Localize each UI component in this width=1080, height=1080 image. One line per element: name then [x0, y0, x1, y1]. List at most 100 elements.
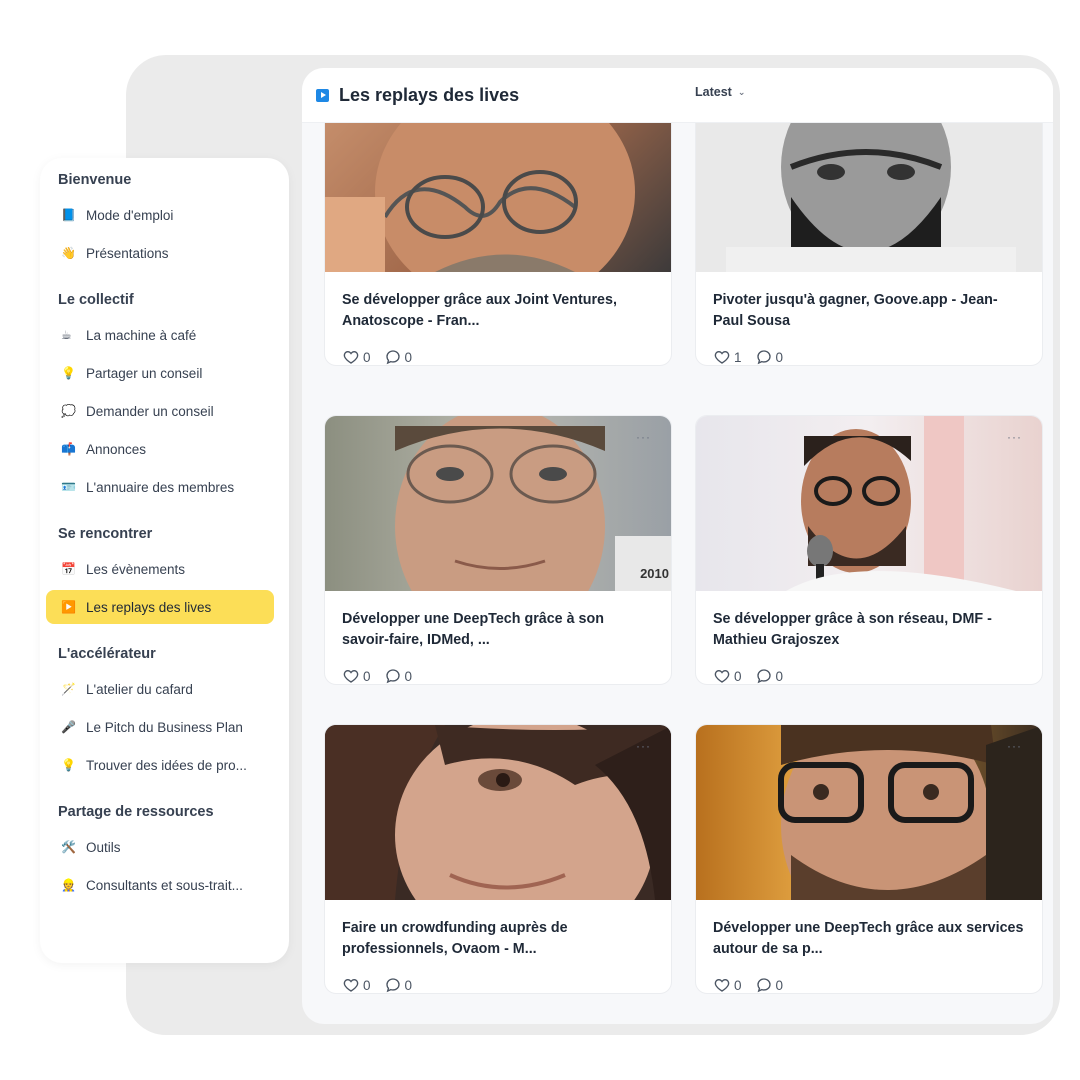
sidebar-item-label: Trouver des idées de pro...: [86, 757, 247, 773]
sidebar-item-label: Présentations: [86, 245, 169, 261]
sidebar-item-label: Demander un conseil: [86, 403, 214, 419]
sidebar-item-evenements[interactable]: 📅 Les évènements: [58, 552, 274, 586]
sidebar-item-label: Les évènements: [86, 561, 186, 577]
comment-count: 0: [404, 977, 413, 993]
post-thumbnail[interactable]: ···: [696, 416, 1042, 591]
portrait-image: [726, 97, 1016, 272]
tools-icon: 🛠️: [61, 840, 76, 854]
nav-heading: Se rencontrer: [58, 526, 153, 542]
heart-icon: [714, 350, 730, 364]
more-options-icon[interactable]: ···: [1007, 739, 1022, 753]
comment-button[interactable]: 0: [756, 668, 783, 684]
microphone-icon: 🎤: [61, 720, 76, 734]
sidebar-item-label: La machine à café: [86, 327, 197, 343]
lightbulb-icon: 💡: [61, 366, 76, 380]
comment-count: 0: [775, 977, 784, 993]
nav-heading: Bienvenue: [58, 172, 132, 188]
sidebar-item-label: L'atelier du cafard: [86, 681, 193, 697]
like-button[interactable]: 0: [343, 977, 371, 993]
portrait-image: [325, 725, 671, 900]
heart-icon: [343, 669, 359, 683]
like-count: 0: [363, 668, 371, 684]
portrait-image: [395, 416, 671, 591]
sidebar-item-demander-conseil[interactable]: 💭 Demander un conseil: [58, 394, 274, 428]
sidebar-item-label: Outils: [86, 839, 121, 855]
nav-section-accelerateur: L'accélérateur 🪄 L'atelier du cafard 🎤 Le …: [58, 644, 274, 782]
like-button[interactable]: 0: [343, 668, 371, 684]
like-button[interactable]: 0: [714, 977, 742, 993]
portrait-image: [786, 416, 1016, 591]
post-card[interactable]: 2010 ··· Développer une DeepTech grâce à…: [324, 415, 672, 685]
nav-section-rencontrer: Se rencontrer 📅 Les évènements ▶️ Les repl…: [46, 524, 274, 624]
heart-icon: [714, 669, 730, 683]
comment-button[interactable]: 0: [756, 349, 783, 365]
post-thumbnail[interactable]: 2010 ···: [325, 416, 671, 591]
post-title[interactable]: Se développer grâce à son réseau, DMF - …: [696, 591, 1042, 653]
panel-header: Les replays des lives Latest ⌄: [302, 68, 1053, 123]
post-card[interactable]: ··· Se développer grâce aux Joint Ventur…: [324, 96, 672, 366]
like-button[interactable]: 1: [714, 349, 742, 365]
comment-button[interactable]: 0: [385, 349, 412, 365]
post-title[interactable]: Se développer grâce aux Joint Ventures, …: [325, 272, 671, 334]
nav-heading: L'accélérateur: [58, 646, 156, 662]
sidebar: Bienvenue 📘 Mode d'emploi 👋 Présentations …: [40, 158, 289, 963]
page-title: Les replays des lives: [339, 84, 520, 105]
calendar-icon: 📅: [61, 562, 76, 576]
more-options-icon[interactable]: ···: [636, 430, 651, 444]
sidebar-item-pitch[interactable]: 🎤 Le Pitch du Business Plan: [58, 710, 274, 744]
mailbox-icon: 📫: [61, 442, 76, 456]
post-title[interactable]: Développer une DeepTech grâce à son savo…: [325, 591, 671, 653]
like-count: 1: [734, 349, 742, 365]
worker-icon: 👷: [61, 878, 76, 892]
post-thumbnail[interactable]: ···: [325, 725, 671, 900]
sidebar-item-atelier-cafard[interactable]: 🪄 L'atelier du cafard: [58, 672, 274, 706]
sidebar-item-machine-cafe[interactable]: ☕ La machine à café: [58, 318, 274, 352]
comment-icon: [385, 669, 400, 684]
sidebar-item-presentations[interactable]: 👋 Présentations: [58, 236, 274, 270]
comment-icon: [385, 350, 400, 365]
post-thumbnail[interactable]: ···: [325, 97, 671, 272]
sidebar-item-annuaire[interactable]: 🪪 L'annuaire des membres: [58, 470, 274, 504]
post-thumbnail[interactable]: ···: [696, 725, 1042, 900]
comment-button[interactable]: 0: [385, 668, 412, 684]
post-card[interactable]: ··· Pivoter jusqu'à gagner, Goove.app - …: [695, 96, 1043, 366]
post-card[interactable]: ··· Se développer grâce à son réseau, DM…: [695, 415, 1043, 685]
wave-icon: 👋: [61, 246, 76, 260]
like-count: 0: [734, 977, 742, 993]
like-count: 0: [363, 349, 371, 365]
portrait-image: [325, 97, 635, 272]
sort-dropdown[interactable]: Latest ⌄: [695, 85, 745, 99]
like-count: 0: [734, 668, 742, 684]
post-title[interactable]: Développer une DeepTech grâce aux servic…: [696, 900, 1042, 962]
more-options-icon[interactable]: ···: [636, 739, 651, 753]
nav-heading: Le collectif: [58, 292, 134, 308]
sidebar-item-outils[interactable]: 🛠️ Outils: [58, 830, 274, 864]
sidebar-item-consultants[interactable]: 👷 Consultants et sous-trait...: [58, 868, 274, 902]
post-card[interactable]: ··· Faire un crowdfunding auprès de prof…: [324, 724, 672, 994]
comment-icon: [756, 350, 771, 365]
nav-section-ressources: Partage de ressources 🛠️ Outils 👷 Consulta…: [58, 802, 274, 902]
post-meta: 0 0: [696, 653, 1042, 684]
like-button[interactable]: 0: [343, 349, 371, 365]
post-title[interactable]: Faire un crowdfunding auprès de professi…: [325, 900, 671, 962]
nav-section-bienvenue: Bienvenue 📘 Mode d'emploi 👋 Présentations: [58, 170, 274, 270]
sidebar-item-partager-conseil[interactable]: 💡 Partager un conseil: [58, 356, 274, 390]
post-title[interactable]: Pivoter jusqu'à gagner, Goove.app - Jean…: [696, 272, 1042, 334]
comment-icon: [756, 669, 771, 684]
comment-button[interactable]: 0: [756, 977, 784, 993]
comment-button[interactable]: 0: [385, 977, 413, 993]
sidebar-item-label: Les replays des lives: [86, 599, 212, 615]
post-card[interactable]: ··· Développer une DeepTech grâce aux se…: [695, 724, 1043, 994]
id-card-icon: 🪪: [61, 480, 76, 494]
nav-section-collectif: Le collectif ☕ La machine à café 💡 Partage…: [58, 290, 274, 504]
sidebar-item-label: L'annuaire des membres: [86, 479, 235, 495]
post-meta: 0 0: [696, 962, 1042, 993]
post-thumbnail[interactable]: ···: [696, 97, 1042, 272]
sidebar-item-trouver-idees[interactable]: 💡 Trouver des idées de pro...: [58, 748, 274, 782]
sidebar-item-replays[interactable]: ▶️ Les replays des lives: [46, 590, 274, 624]
book-icon: 📘: [61, 208, 76, 222]
sidebar-item-mode-emploi[interactable]: 📘 Mode d'emploi: [58, 198, 274, 232]
like-button[interactable]: 0: [714, 668, 742, 684]
sidebar-item-annonces[interactable]: 📫 Annonces: [58, 432, 274, 466]
more-options-icon[interactable]: ···: [1007, 430, 1022, 444]
